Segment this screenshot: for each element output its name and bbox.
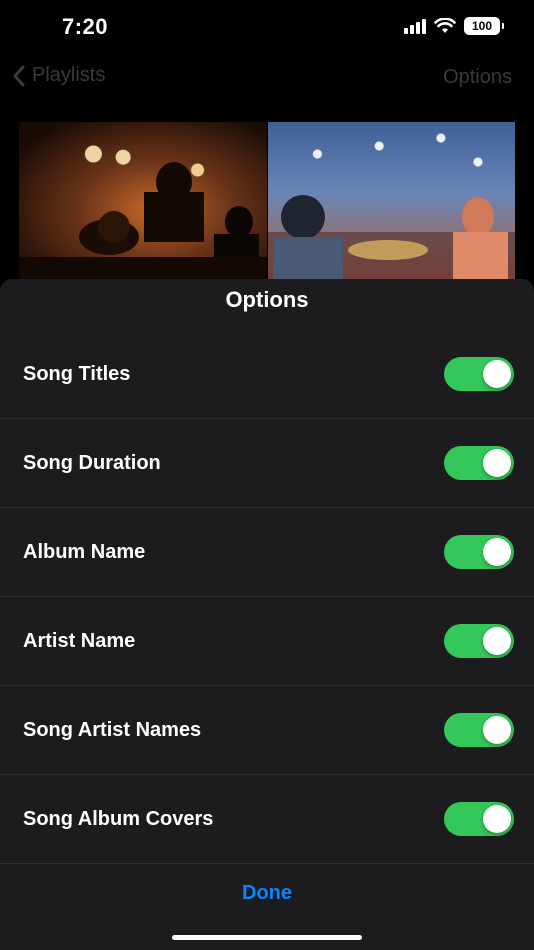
options-sheet: Options Song Titles Song Duration Album … (0, 279, 534, 950)
song-artist-names-toggle[interactable] (444, 713, 514, 747)
option-row-album-name: Album Name (0, 508, 534, 597)
toggle-knob (483, 805, 511, 833)
album-name-toggle[interactable] (444, 535, 514, 569)
option-row-song-album-covers: Song Album Covers (0, 775, 534, 864)
cover-image-crowd-stage (267, 122, 515, 282)
playlist-cover-grid (19, 122, 515, 282)
option-label: Song Album Covers (23, 807, 214, 830)
option-row-song-artist-names: Song Artist Names (0, 686, 534, 775)
options-nav-button[interactable]: Options (443, 66, 512, 89)
options-list: Song Titles Song Duration Album Name Art… (0, 330, 534, 864)
sheet-title: Options (225, 287, 309, 312)
toggle-knob (483, 360, 511, 388)
option-label: Song Titles (23, 362, 131, 385)
option-label: Song Artist Names (23, 718, 202, 741)
artist-name-toggle[interactable] (444, 624, 514, 658)
signal-icon (404, 18, 426, 34)
option-row-song-titles: Song Titles (0, 330, 534, 419)
option-label: Artist Name (23, 629, 136, 652)
screen: 7:20 100 Playlists Options Options Song … (0, 0, 534, 950)
chevron-left-icon (13, 65, 25, 86)
song-album-covers-toggle[interactable] (444, 802, 514, 836)
back-label: Playlists (32, 64, 106, 86)
nav-bar: Playlists Options (0, 58, 534, 98)
wifi-icon (434, 18, 456, 33)
toggle-knob (483, 449, 511, 477)
option-label: Album Name (23, 540, 146, 563)
song-duration-toggle[interactable] (444, 446, 514, 480)
toggle-knob (483, 627, 511, 655)
done-button[interactable]: Done (0, 882, 534, 905)
option-row-song-duration: Song Duration (0, 419, 534, 508)
option-label: Song Duration (23, 451, 161, 474)
song-titles-toggle[interactable] (444, 357, 514, 391)
status-bar: 7:20 100 (0, 0, 534, 56)
toggle-knob (483, 716, 511, 744)
option-row-artist-name: Artist Name (0, 597, 534, 686)
home-indicator (172, 935, 362, 940)
back-button[interactable]: Playlists (12, 64, 105, 87)
cover-image-concert-stage (19, 122, 267, 282)
toggle-knob (483, 538, 511, 566)
status-time: 7:20 (62, 14, 109, 39)
status-icons: 100 (404, 17, 504, 35)
battery-icon: 100 (464, 17, 504, 35)
